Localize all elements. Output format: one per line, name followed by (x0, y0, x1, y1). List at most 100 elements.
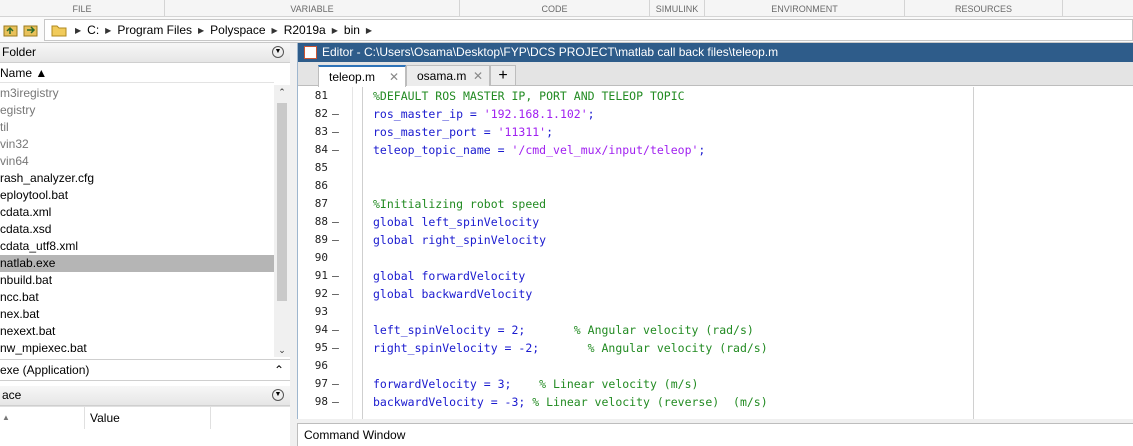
panel-actions-icon[interactable]: ▼ (272, 46, 284, 58)
list-item[interactable]: nex.bat (0, 306, 274, 323)
workspace-header-row: ▲ Value (0, 406, 290, 429)
code-line[interactable]: 92– global backwardVelocity (298, 285, 1133, 303)
code-line[interactable]: 81 %DEFAULT ROS MASTER IP, PORT AND TELEO… (298, 87, 1133, 105)
breakpoint-marker[interactable]: – (332, 285, 339, 303)
close-icon[interactable]: ✕ (473, 66, 483, 86)
new-tab-button[interactable]: + (490, 65, 516, 86)
ribbon-section-simulink[interactable]: SIMULINK (650, 0, 705, 17)
list-item[interactable]: ncc.bat (0, 289, 274, 306)
breakpoint-marker[interactable]: – (332, 123, 339, 141)
line-number: 85 (314, 161, 328, 174)
tab-label: teleop.m (329, 70, 376, 84)
code-line[interactable]: 91– global forwardVelocity (298, 267, 1133, 285)
code-line[interactable]: 82– ros_master_ip = '192.168.1.102'; (298, 105, 1133, 123)
path-breadcrumb[interactable]: ▶ C: ▶ Program Files ▶ Polyspace ▶ R2019… (44, 19, 1133, 41)
breakpoint-marker[interactable]: – (332, 231, 339, 249)
scroll-up-icon[interactable]: ⌃ (274, 85, 290, 99)
code-line[interactable]: 85 (298, 159, 1133, 177)
breakpoint-marker[interactable]: – (332, 213, 339, 231)
details-bar[interactable]: exe (Application) ⌃ (0, 359, 290, 381)
tab-osama[interactable]: osama.m ✕ (406, 65, 490, 86)
ribbon-section-resources[interactable]: RESOURCES (905, 0, 1063, 17)
list-item[interactable]: til (0, 119, 274, 136)
line-number: 89 (314, 233, 328, 246)
list-item[interactable]: nexext.bat (0, 323, 274, 340)
editor-title-bar: Editor - C:\Users\Osama\Desktop\FYP\DCS … (298, 43, 1133, 62)
list-item[interactable]: cdata.xsd (0, 221, 274, 238)
editor-title: Editor - C:\Users\Osama\Desktop\FYP\DCS … (322, 45, 779, 59)
code-comment: % Angular velocity (rad/s) (573, 323, 754, 337)
line-number: 97 (314, 377, 328, 390)
chevron-up-icon[interactable]: ⌃ (274, 360, 284, 381)
code-line[interactable]: 95– right_spinVelocity = -2; % Angular ve… (298, 339, 1133, 357)
list-item[interactable]: m3iregistry (0, 85, 274, 102)
code-text: global backwardVelocity (373, 285, 532, 303)
list-item[interactable]: natlab.exe (0, 255, 274, 272)
ribbon-section-file[interactable]: FILE (0, 0, 165, 17)
breakpoint-marker[interactable]: – (332, 141, 339, 159)
ribbon-section-environment[interactable]: ENVIRONMENT (705, 0, 905, 17)
tab-teleop[interactable]: teleop.m ✕ (318, 65, 406, 87)
code-line[interactable]: 90 (298, 249, 1133, 267)
breakpoint-marker[interactable]: – (332, 321, 339, 339)
workspace-table: ▲ Value (0, 406, 290, 443)
command-window-header[interactable]: Command Window (297, 423, 1133, 446)
ribbon-section-code[interactable]: CODE (460, 0, 650, 17)
breadcrumb-polyspace[interactable]: Polyspace (206, 23, 269, 37)
code-line[interactable]: 97– forwardVelocity = 3; % Linear velocit… (298, 375, 1133, 393)
breadcrumb-r2019a[interactable]: R2019a (280, 23, 330, 37)
list-item[interactable]: vin32 (0, 136, 274, 153)
workspace-name-header[interactable]: ▲ (2, 407, 10, 429)
code-line[interactable]: 86 (298, 177, 1133, 195)
code-text: global right_spinVelocity (373, 231, 546, 249)
editor-tabs: teleop.m ✕ osama.m ✕ + (298, 62, 1133, 87)
close-icon[interactable]: ✕ (389, 67, 399, 87)
code-line[interactable]: 94– left_spinVelocity = 2; % Angular velo… (298, 321, 1133, 339)
workspace-value-header[interactable]: Value (90, 407, 120, 429)
breakpoint-marker[interactable]: – (332, 105, 339, 123)
breakpoint-marker[interactable]: – (332, 339, 339, 357)
code-token: backwardVelocity = -3; (373, 395, 533, 409)
code-comment: % Angular velocity (rad/s) (587, 341, 768, 355)
list-item[interactable]: eploytool.bat (0, 187, 274, 204)
code-text: forwardVelocity = 3; % Linear velocity (… (373, 375, 698, 393)
scrollbar-thumb[interactable] (277, 103, 287, 301)
code-line[interactable]: 88– global left_spinVelocity (298, 213, 1133, 231)
list-item[interactable]: cdata_utf8.xml (0, 238, 274, 255)
folder-panel-title: Folder (2, 45, 37, 59)
code-area[interactable]: 81 %DEFAULT ROS MASTER IP, PORT AND TELEO… (298, 87, 1133, 419)
breadcrumb-program-files[interactable]: Program Files (113, 23, 196, 37)
code-token: ros_master_ip = (373, 107, 484, 121)
scroll-down-icon[interactable]: ⌄ (274, 343, 290, 357)
code-line[interactable]: 83– ros_master_port = '11311'; (298, 123, 1133, 141)
up-folder-button[interactable] (2, 21, 20, 39)
list-item[interactable]: cdata.xml (0, 204, 274, 221)
breadcrumb-bin[interactable]: bin (340, 23, 364, 37)
code-line[interactable]: 89– global right_spinVelocity (298, 231, 1133, 249)
line-number: 98 (314, 395, 328, 408)
breakpoint-marker[interactable]: – (332, 393, 339, 411)
breakpoint-marker[interactable]: – (332, 375, 339, 393)
list-item[interactable]: vin64 (0, 153, 274, 170)
code-line[interactable]: 93 (298, 303, 1133, 321)
ribbon-section-variable[interactable]: VARIABLE (165, 0, 460, 17)
line-number: 81 (314, 89, 328, 102)
breadcrumb-separator-icon: ▶ (271, 25, 278, 35)
file-list-scrollbar[interactable]: ⌃ ⌄ (274, 85, 290, 357)
code-line[interactable]: 84– teleop_topic_name = '/cmd_vel_mux/inp… (298, 141, 1133, 159)
list-item[interactable]: egistry (0, 102, 274, 119)
list-item[interactable]: nbuild.bat (0, 272, 274, 289)
panel-actions-icon[interactable]: ▼ (272, 389, 284, 401)
name-column-header[interactable]: Name ▲ (0, 63, 274, 83)
breakpoint-marker[interactable]: – (332, 267, 339, 285)
folder-panel-header: Folder ▼ (0, 43, 290, 63)
line-number: 88 (314, 215, 328, 228)
breadcrumb-drive[interactable]: C: (83, 23, 103, 37)
list-item[interactable]: nw_mpiexec.bat (0, 340, 274, 357)
code-line[interactable]: 98– backwardVelocity = -3; % Linear veloc… (298, 393, 1133, 411)
list-item[interactable]: rash_analyzer.cfg (0, 170, 274, 187)
browse-folder-button[interactable] (22, 21, 40, 39)
code-text: right_spinVelocity = -2; % Angular veloc… (373, 339, 768, 357)
code-line[interactable]: 96 (298, 357, 1133, 375)
code-line[interactable]: 87 %Initializing robot speed (298, 195, 1133, 213)
